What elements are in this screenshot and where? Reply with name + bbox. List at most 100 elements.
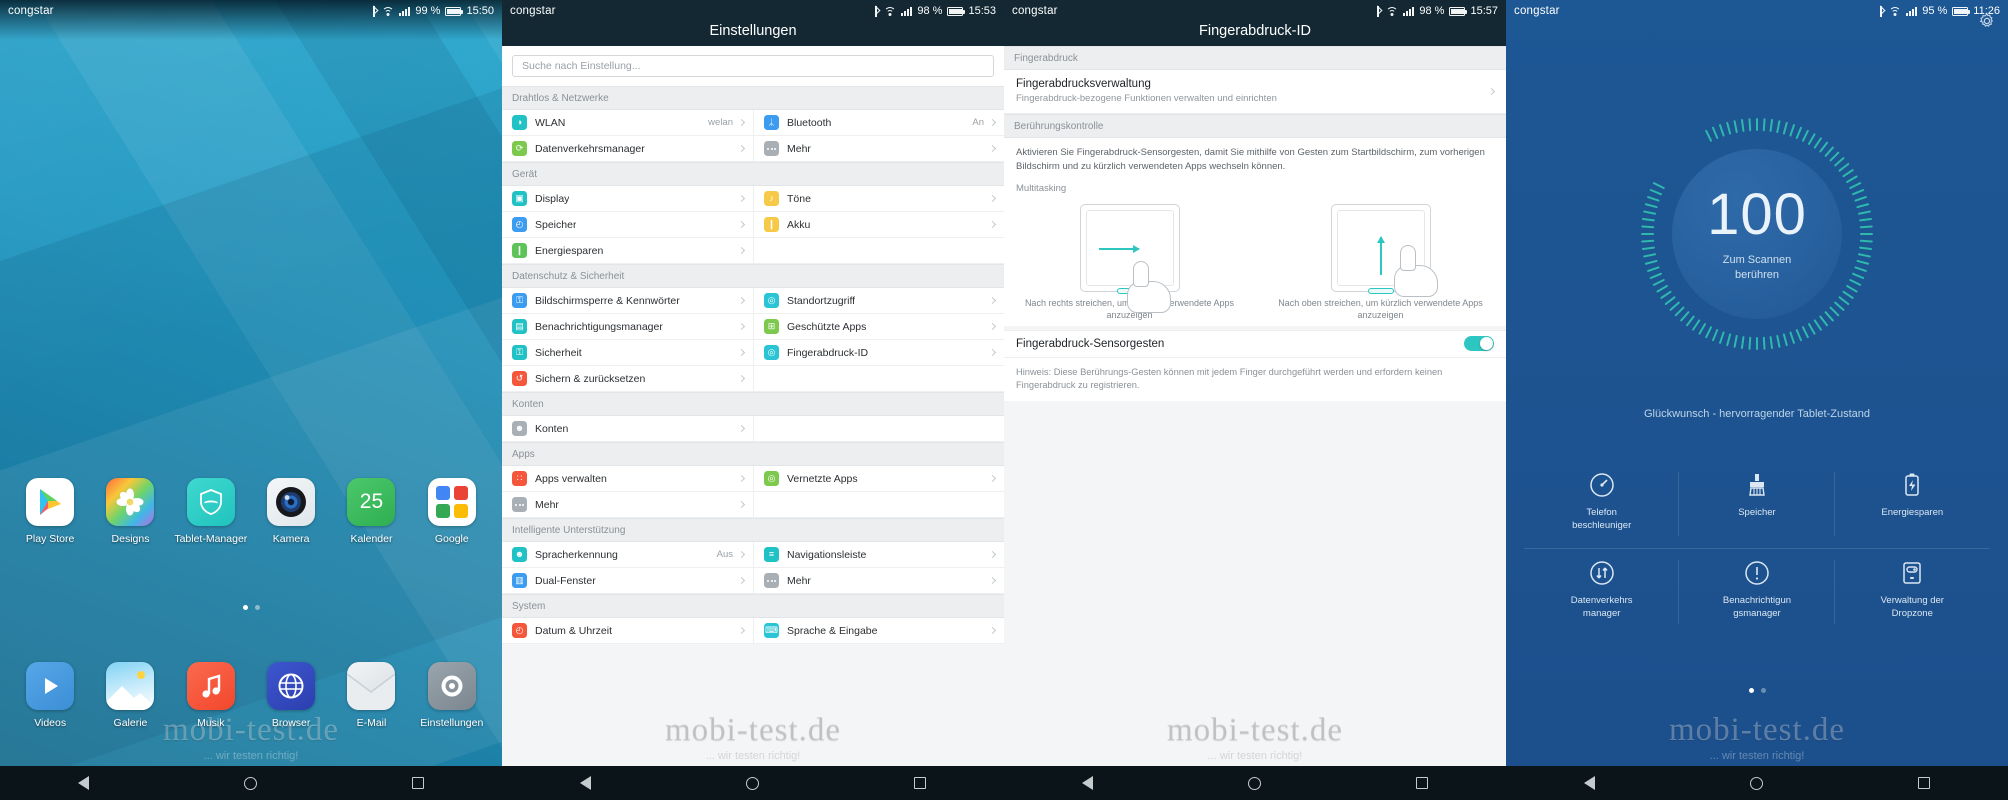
manager-tile-dropzone[interactable]: Verwaltung der Dropzone [1835,548,1990,636]
score-tick [1762,118,1766,132]
app-play-store[interactable]: Play Store [12,478,88,545]
search-input[interactable]: Suche nach Einstellung... [512,55,994,77]
settings-item-akku[interactable]: ❙ Akku [753,212,1004,238]
section-header: Apps [502,442,1004,466]
app-designs[interactable]: Designs [92,478,168,545]
chevron-right-icon [737,348,746,357]
app-videos[interactable]: Videos [12,662,88,729]
section-grid: ◴ Datum & Uhrzeit ⌨ Sprache & Eingabe [502,618,1004,644]
settings-item-vernetzte-apps[interactable]: ◎ Vernetzte Apps [753,466,1004,492]
status-icons: 98 % 15:57 [1374,5,1498,17]
page-title: Einstellungen [709,23,797,39]
manager-tile-broom[interactable]: Speicher [1679,460,1835,548]
panel-fingerprint: Fingerabdruck-ID congstar 98 % 15:57 Fin… [1004,0,1506,800]
settings-item-sprache-eingabe[interactable]: ⌨ Sprache & Eingabe [753,618,1004,644]
app-label: Google [434,533,469,545]
battery-icon [1952,6,1971,16]
settings-item-mehr[interactable]: Mehr [502,492,753,518]
home-button[interactable] [1733,766,1781,800]
recents-button[interactable] [1900,766,1948,800]
settings-item-standortzugriff[interactable]: ◎ Standortzugriff [753,288,1004,314]
settings-item-mehr[interactable]: Mehr [753,136,1004,162]
manager-tile-label: Datenverkehrs manager [1570,595,1633,619]
settings-item-datenverkehrsmanager[interactable]: ⟳ Datenverkehrsmanager [502,136,753,162]
app-row-1: Play Store Designs Tablet-Manager Kamera… [0,478,502,545]
manager-tile-battery-save[interactable]: Energiesparen [1835,460,1990,548]
app-galerie[interactable]: Galerie [92,662,168,729]
app-label: Designs [111,533,150,545]
settings-item-datum-uhrzeit[interactable]: ◴ Datum & Uhrzeit [502,618,753,644]
fingerprint-management-row[interactable]: Fingerabdrucksverwaltung Fingerabdruck-b… [1004,70,1506,114]
settings-item-wlan[interactable]: ◑ WLAN welan [502,110,753,136]
app-email[interactable]: E-Mail [333,662,409,729]
voice-icon: ☻ [512,547,527,562]
settings-item-dual-fenster[interactable]: ▥ Dual-Fenster [502,568,753,594]
sensor-gestures-toggle[interactable] [1464,336,1494,352]
app-label: Videos [34,717,67,729]
manager-tile-data-arrows[interactable]: Datenverkehrs manager [1524,548,1680,636]
settings-item-speicher[interactable]: ◴ Speicher [502,212,753,238]
chevron-right-icon [737,322,746,331]
sensor-gestures-row[interactable]: Fingerabdruck-Sensorgesten [1004,329,1506,358]
score-tick [1838,295,1850,306]
settings-item-bildschirmsperre-kennw-rter[interactable]: ⚿ Bildschirmsperre & Kennwörter [502,288,753,314]
app-musik[interactable]: Musik [173,662,249,729]
home-icon [1248,776,1262,790]
app-kamera[interactable]: Kamera [253,478,329,545]
settings-item-energiesparen[interactable]: ❙ Energiesparen [502,238,753,264]
settings-item-mehr[interactable]: Mehr [753,568,1004,594]
settings-item-konten[interactable]: ☻ Konten [502,416,753,442]
back-button[interactable] [60,766,108,800]
score-tick [1646,195,1660,202]
score-tick [1795,328,1803,342]
navigation-bar-fingerprint [1004,766,1506,800]
networked-apps-icon: ◎ [764,471,779,486]
settings-item-sicherheit[interactable]: ⚿ Sicherheit [502,340,753,366]
back-button[interactable] [562,766,610,800]
score-circle[interactable]: 100 Zum Scannen berühren [1672,149,1842,319]
app-tablet-manager[interactable]: Tablet-Manager [173,478,249,545]
settings-item-apps-verwalten[interactable]: ∷ Apps verwalten [502,466,753,492]
home-button[interactable] [1231,766,1279,800]
page-dot-2[interactable] [254,605,260,610]
settings-item-navigationsleiste[interactable]: ≡ Navigationsleiste [753,542,1004,568]
app-einstellungen[interactable]: Einstellungen [414,662,490,729]
score-tick [1854,266,1868,273]
recents-icon [914,777,927,789]
app-google-folder[interactable]: Google [414,478,490,545]
page-dot-2[interactable] [1760,688,1766,693]
settings-item-bluetooth[interactable]: ᛦ Bluetooth An [753,110,1004,136]
app-kalender[interactable]: 25 Kalender [333,478,409,545]
settings-item-fingerabdruck-id[interactable]: ◎ Fingerabdruck-ID [753,340,1004,366]
app-browser[interactable]: Browser [253,662,329,729]
settings-item-t-ne[interactable]: ♪ Töne [753,186,1004,212]
app-label: Play Store [25,533,75,545]
home-button[interactable] [227,766,275,800]
back-button[interactable] [1064,766,1112,800]
score-tick [1848,278,1862,287]
page-dot-1[interactable] [242,605,248,610]
settings-item-spracherkennung[interactable]: ☻ Spracherkennung Aus [502,542,753,568]
clock-icon: ◴ [512,623,527,638]
settings-item-sichern-zur-cksetzen[interactable]: ↺ Sichern & zurücksetzen [502,366,753,392]
chevron-right-icon [988,118,997,127]
app-label: E-Mail [356,717,387,729]
health-score-widget[interactable]: 100 Zum Scannen berühren [1506,118,2008,350]
calendar-icon: 25 [347,478,396,526]
chevron-right-icon [737,626,746,635]
recents-button[interactable] [394,766,442,800]
settings-item-gesch-tzte-apps[interactable]: ⊞ Geschützte Apps [753,314,1004,340]
recents-button[interactable] [896,766,944,800]
back-icon [1082,776,1094,790]
page-dot-1[interactable] [1748,688,1754,693]
gear-icon [427,662,476,710]
manager-tile-exclamation-circle[interactable]: Benachrichtigun gsmanager [1679,548,1835,636]
back-button[interactable] [1566,766,1614,800]
recents-button[interactable] [1398,766,1446,800]
score-tick [1858,217,1873,222]
manager-tile-speedometer[interactable]: Telefon beschleuniger [1524,460,1680,548]
settings-item-display[interactable]: ▣ Display [502,186,753,212]
home-button[interactable] [729,766,777,800]
battery-percent: 98 % [917,5,943,17]
settings-item-benachrichtigungsmanager[interactable]: ▤ Benachrichtigungsmanager [502,314,753,340]
